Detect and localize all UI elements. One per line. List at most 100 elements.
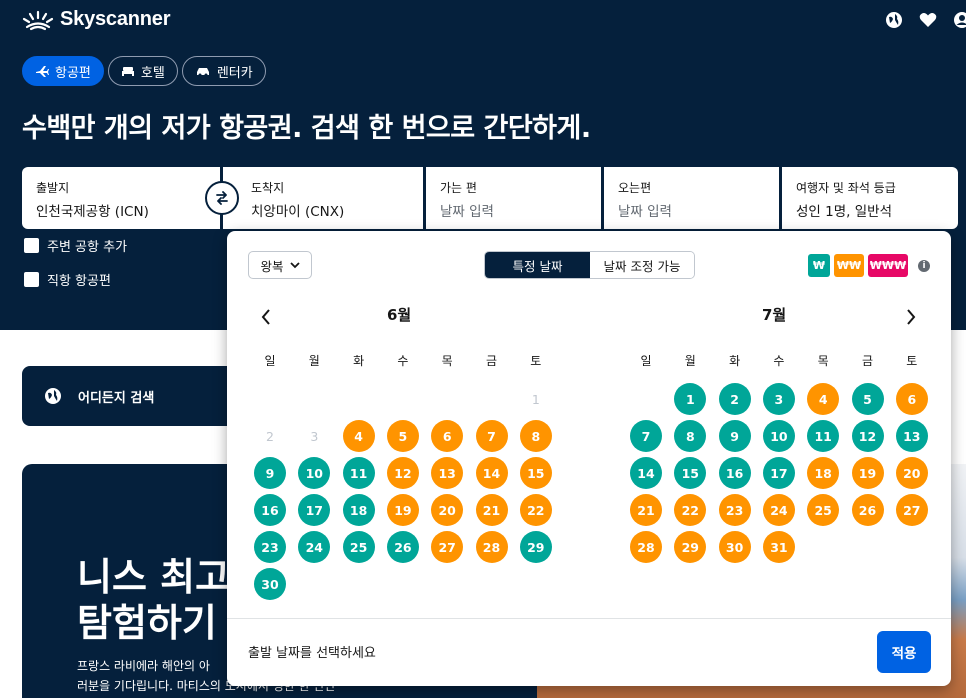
calendar-day[interactable]: 2: [718, 383, 751, 415]
calendar-day[interactable]: 11: [807, 420, 840, 452]
chevron-left-icon: [261, 309, 270, 325]
prev-month-button[interactable]: [260, 307, 272, 332]
calendar-day[interactable]: 29: [519, 531, 552, 563]
trip-type-select[interactable]: 왕복: [248, 251, 312, 279]
info-icon[interactable]: i: [918, 259, 930, 272]
calendar-day[interactable]: 23: [254, 531, 286, 563]
calendar-day[interactable]: 15: [519, 457, 552, 489]
brand-name: Skyscanner: [60, 8, 171, 30]
direct-flights-option[interactable]: 직항 항공편: [24, 270, 111, 289]
weekday-label: 일: [264, 354, 276, 368]
calendar-day[interactable]: 6: [431, 420, 464, 452]
search-everywhere-button[interactable]: 어디든지 검색: [22, 366, 252, 426]
tab-car-hire[interactable]: 렌터카: [181, 56, 266, 86]
legend-low-price: ₩: [808, 254, 830, 277]
weekday-label: 일: [640, 354, 652, 368]
calendar-day[interactable]: 25: [342, 531, 375, 563]
calendar-day[interactable]: 22: [674, 494, 707, 526]
calendar-day[interactable]: 1: [674, 383, 707, 415]
calendar-day[interactable]: 16: [718, 457, 751, 489]
destination-field[interactable]: 도착지 치앙마이 (CNX): [223, 167, 423, 229]
account-icon[interactable]: [952, 10, 966, 30]
calendar-day[interactable]: 25: [807, 494, 840, 526]
calendar-day[interactable]: 18: [342, 494, 375, 526]
depart-label: 가는 편: [440, 181, 477, 195]
swap-button[interactable]: [205, 181, 239, 215]
calendar-day[interactable]: 8: [519, 420, 552, 452]
calendar-day[interactable]: 12: [386, 457, 419, 489]
calendar-day[interactable]: 27: [895, 494, 928, 526]
calendar-day[interactable]: 26: [851, 494, 884, 526]
select-date-hint: 출발 날짜를 선택하세요: [248, 646, 376, 661]
nearby-airports-option[interactable]: 주변 공항 추가: [24, 236, 127, 255]
calendar-day[interactable]: 10: [762, 420, 795, 452]
flexible-dates-tab[interactable]: 날짜 조정 가능: [590, 252, 694, 278]
calendar-day[interactable]: 9: [254, 457, 286, 489]
calendar-day[interactable]: 17: [298, 494, 331, 526]
calendar-day[interactable]: 16: [254, 494, 286, 526]
page-headline: 수백만 개의 저가 항공권. 검색 한 번으로 간단하게.: [22, 113, 591, 144]
specific-dates-tab[interactable]: 특정 날짜: [485, 252, 590, 278]
calendar-day[interactable]: 18: [807, 457, 840, 489]
legend-mid-price: ₩₩: [834, 254, 864, 277]
calendar-day[interactable]: 19: [851, 457, 884, 489]
calendar-day[interactable]: 15: [674, 457, 707, 489]
calendar-day[interactable]: 24: [298, 531, 331, 563]
calendar-day[interactable]: 4: [342, 420, 375, 452]
calendar-day[interactable]: 28: [475, 531, 508, 563]
calendar-day[interactable]: 3: [762, 383, 795, 415]
calendar-day[interactable]: 26: [386, 531, 419, 563]
calendar-day[interactable]: 17: [762, 457, 795, 489]
calendar-day[interactable]: 9: [718, 420, 751, 452]
direct-flights-checkbox[interactable]: [24, 272, 39, 287]
return-date-field[interactable]: 오는편 날짜 입력: [604, 167, 779, 229]
weekday-label: 금: [861, 354, 874, 368]
calendar-day[interactable]: 28: [630, 531, 662, 563]
calendar-day[interactable]: 4: [807, 383, 840, 415]
promo-title-line1: 니스 최고: [77, 555, 231, 599]
calendar-day[interactable]: 8: [674, 420, 707, 452]
calendar-day[interactable]: 23: [718, 494, 751, 526]
calendar-day[interactable]: 12: [851, 420, 884, 452]
calendar-day[interactable]: 13: [895, 420, 928, 452]
calendar-day[interactable]: 30: [254, 568, 286, 600]
skyscanner-logo[interactable]: Skyscanner: [22, 8, 170, 31]
tab-hotels[interactable]: 호텔: [107, 56, 178, 86]
calendar-day[interactable]: 5: [386, 420, 419, 452]
month-title-july: 7월: [762, 306, 787, 324]
calendar-day[interactable]: 13: [431, 457, 464, 489]
promo-title-line2: 탐험하기: [77, 601, 217, 645]
calendar-day[interactable]: 11: [342, 457, 375, 489]
calendar-day[interactable]: 14: [475, 457, 508, 489]
calendar-day[interactable]: 5: [851, 383, 884, 415]
calendar-day[interactable]: 30: [718, 531, 751, 563]
weekday-label: 목: [817, 354, 829, 368]
tab-flights[interactable]: 항공편: [22, 56, 104, 86]
apply-button[interactable]: 적용: [877, 631, 931, 673]
calendar-day[interactable]: 21: [630, 494, 662, 526]
calendar-day[interactable]: 7: [475, 420, 508, 452]
calendar-day[interactable]: 6: [895, 383, 928, 415]
plane-icon: [36, 66, 49, 77]
calendar-day[interactable]: 10: [298, 457, 331, 489]
calendar-day[interactable]: 22: [519, 494, 552, 526]
heart-icon[interactable]: [918, 10, 938, 30]
tab-flights-label: 항공편: [55, 65, 91, 81]
travellers-field[interactable]: 여행자 및 좌석 등급 성인 1명, 일반석: [782, 167, 958, 229]
calendar-day[interactable]: 19: [386, 494, 419, 526]
next-month-button[interactable]: [905, 307, 917, 332]
origin-label: 출발지: [36, 181, 70, 195]
depart-date-field[interactable]: 가는 편 날짜 입력: [426, 167, 601, 229]
calendar-day[interactable]: 31: [762, 531, 795, 563]
origin-field[interactable]: 출발지 인천국제공항 (ICN): [22, 167, 220, 229]
calendar-day[interactable]: 24: [762, 494, 795, 526]
calendar-day[interactable]: 29: [674, 531, 707, 563]
calendar-day[interactable]: 20: [431, 494, 464, 526]
globe-icon[interactable]: [884, 10, 904, 30]
nearby-airports-checkbox[interactable]: [24, 238, 39, 253]
calendar-day[interactable]: 7: [630, 420, 662, 452]
calendar-day[interactable]: 20: [895, 457, 928, 489]
calendar-day[interactable]: 27: [431, 531, 464, 563]
calendar-day[interactable]: 14: [630, 457, 662, 489]
calendar-day[interactable]: 21: [475, 494, 508, 526]
